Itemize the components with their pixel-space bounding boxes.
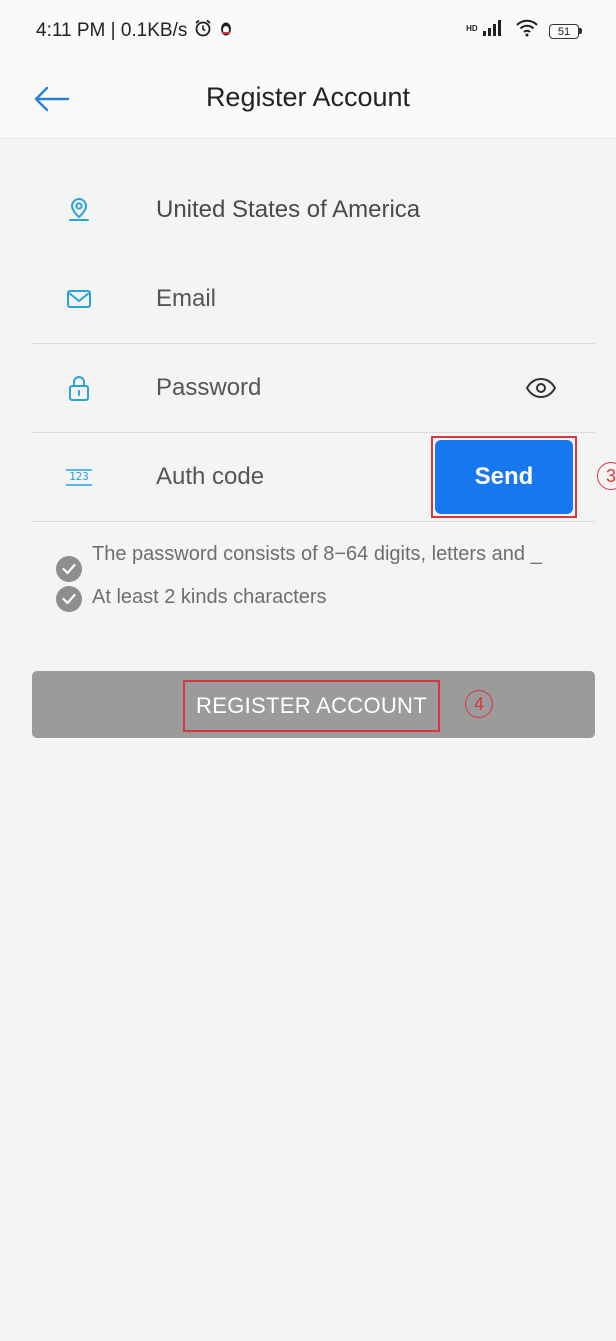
password-row: Password — [32, 344, 595, 433]
register-form: United States of America Email Password … — [32, 165, 616, 522]
check-circle-icon — [56, 556, 82, 582]
step-3-marker: 3 — [597, 462, 616, 490]
password-field[interactable]: Password — [156, 374, 261, 402]
numeric-123-icon: 123 — [64, 462, 94, 492]
svg-text:123: 123 — [69, 470, 89, 483]
alarm-icon — [193, 18, 213, 44]
toggle-password-visibility[interactable] — [523, 370, 559, 406]
send-button[interactable]: Send — [435, 440, 573, 514]
battery-icon: 51 — [549, 23, 582, 39]
register-account-button[interactable]: REGISTER ACCOUNT 4 — [32, 671, 595, 738]
app-header: Register Account — [0, 62, 616, 139]
page-title: Register Account — [205, 82, 411, 112]
mail-icon — [64, 284, 94, 314]
eye-icon — [525, 377, 557, 399]
rule-length: The password consists of 8−64 digits, le… — [56, 540, 596, 582]
status-bar: 4:11 PM | 0.1KB/s HD 51 — [0, 0, 616, 62]
country-row[interactable]: United States of America — [32, 165, 595, 255]
register-account-label: REGISTER ACCOUNT — [196, 693, 427, 718]
wifi-icon — [515, 19, 539, 43]
email-row: Email — [32, 255, 595, 344]
step-4-marker: 4 — [465, 690, 493, 718]
signal-icon: HD — [466, 19, 505, 43]
rule-kinds: At least 2 kinds characters — [56, 583, 596, 612]
send-highlight: Send — [431, 436, 577, 518]
status-time-speed: 4:11 PM | 0.1KB/s — [36, 20, 188, 41]
battery-level: 51 — [549, 23, 579, 39]
auth-code-row: 123 Auth code Send 3 — [32, 433, 616, 522]
notification-penguin-icon — [219, 19, 233, 43]
check-circle-icon — [56, 586, 82, 612]
country-value: United States of America — [156, 196, 421, 223]
status-right: HD 51 — [466, 19, 582, 43]
lock-icon — [64, 373, 94, 403]
location-pin-icon — [64, 195, 94, 225]
status-left: 4:11 PM | 0.1KB/s — [36, 18, 233, 44]
password-rules: The password consists of 8−64 digits, le… — [56, 540, 596, 612]
rule-length-text: The password consists of 8−64 digits, le… — [92, 543, 542, 565]
register-highlight: REGISTER ACCOUNT — [183, 680, 440, 732]
auth-code-field[interactable]: Auth code — [156, 463, 264, 491]
rule-kinds-text: At least 2 kinds characters — [92, 586, 327, 608]
email-field[interactable]: Email — [156, 285, 216, 313]
